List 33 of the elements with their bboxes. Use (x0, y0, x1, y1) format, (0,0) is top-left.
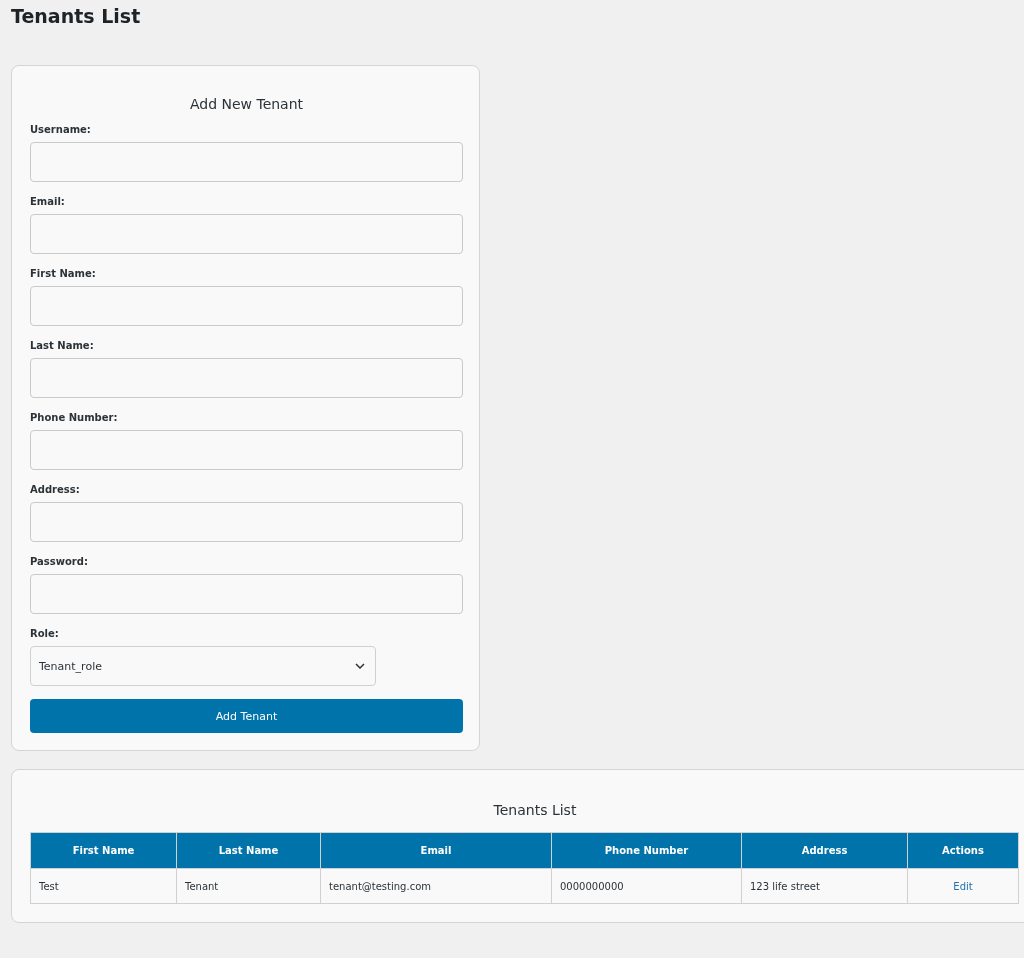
form-title: Add New Tenant (188, 96, 305, 112)
input-field[interactable] (30, 142, 463, 182)
table-cell: tenant@testing.com (320, 868, 552, 904)
table-cell: 0000000000 (551, 868, 742, 904)
table-cell: Tenant (176, 868, 321, 904)
field-label: First Name: (30, 268, 97, 279)
field-label: Phone Number: (30, 412, 119, 423)
table-cell: Test (30, 868, 177, 904)
column-header: Email (320, 832, 552, 869)
field-label: Last Name: (30, 340, 95, 351)
column-header: Last Name (176, 832, 321, 869)
column-header: First Name (30, 832, 177, 869)
input-field[interactable] (30, 502, 463, 542)
column-header: Phone Number (551, 832, 742, 869)
list-title: Tenants List (492, 802, 578, 818)
input-field[interactable] (30, 358, 463, 398)
column-header: Address (741, 832, 908, 869)
page-title: Tenants List (11, 4, 142, 29)
field-label: Role: (30, 628, 60, 639)
input-field[interactable] (30, 574, 463, 614)
input-field[interactable] (30, 286, 463, 326)
chevron-down-icon (355, 663, 365, 669)
edit-link[interactable]: Edit (953, 880, 973, 892)
role-select[interactable]: Tenant_role (30, 646, 376, 686)
input-field[interactable] (30, 214, 463, 254)
field-label: Address: (30, 484, 81, 495)
add-tenant-button[interactable]: Add Tenant (30, 699, 463, 733)
field-label: Password: (30, 556, 89, 567)
input-field[interactable] (30, 430, 463, 470)
field-label: Username: (30, 124, 92, 135)
column-header: Actions (907, 832, 1019, 869)
table-cell: 123 life street (741, 868, 908, 904)
field-label: Email: (30, 196, 66, 207)
